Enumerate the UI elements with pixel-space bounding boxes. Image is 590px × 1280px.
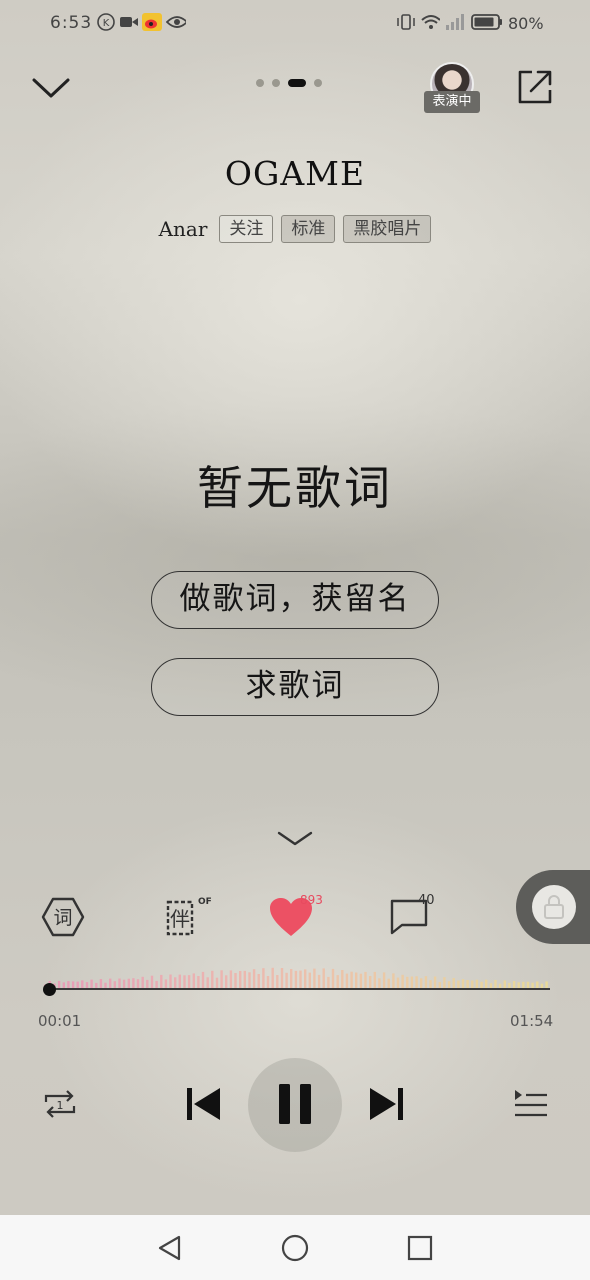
lock-icon (532, 885, 576, 929)
accompany-button[interactable]: 伴 OFF (162, 894, 212, 940)
lyrics-hexagon-icon: 词 (41, 897, 85, 937)
nav-recents-button[interactable] (402, 1230, 438, 1266)
waveform-bar (322, 968, 325, 990)
accompany-icon-text: 伴 (170, 907, 190, 931)
next-button[interactable] (368, 1080, 406, 1128)
lyrics-button[interactable]: 词 (40, 894, 86, 940)
comment-count: 40 (418, 893, 435, 908)
waveform-bar (341, 970, 344, 990)
collapse-button[interactable] (30, 70, 72, 106)
page-dot-active[interactable] (288, 79, 306, 87)
repeat-mode-button[interactable]: 1 (40, 1080, 80, 1128)
waveform-bar (313, 968, 316, 990)
vibrate-icon (396, 12, 416, 32)
status-time: 6:53 (50, 13, 93, 33)
current-time: 00:01 (38, 1012, 82, 1030)
artist-name[interactable]: Anar (159, 217, 208, 241)
follow-button[interactable]: 关注 (219, 215, 274, 243)
k-badge-icon: K (96, 12, 116, 32)
page-dot[interactable] (256, 79, 264, 87)
no-lyrics-text: 暂无歌词 (197, 461, 393, 515)
home-circle-icon (281, 1234, 309, 1262)
page-indicator[interactable] (256, 78, 322, 88)
like-count: 893 (300, 893, 323, 907)
page-dot[interactable] (314, 79, 322, 87)
battery-percent: 80% (508, 14, 544, 33)
video-icon (119, 12, 139, 32)
battery-icon (470, 12, 504, 32)
live-badge[interactable]: 表演中 (424, 91, 480, 113)
chevron-down-icon (32, 78, 70, 98)
floating-lock-button[interactable] (516, 870, 590, 944)
nav-home-button[interactable] (277, 1230, 313, 1266)
waveform-bar (304, 969, 307, 990)
accompany-icon: 伴 OFF (166, 897, 212, 936)
waveform-bar (262, 968, 265, 990)
back-triangle-icon (158, 1235, 181, 1261)
song-title: OGAME (224, 154, 366, 193)
skip-previous-icon (187, 1088, 220, 1120)
pause-icon (270, 1080, 320, 1128)
waveform-bar (252, 969, 256, 990)
waveform-bar (290, 969, 293, 990)
playlist-button[interactable] (512, 1080, 550, 1128)
skip-next-icon (370, 1088, 403, 1120)
wifi-icon (420, 12, 440, 32)
page-dot[interactable] (272, 79, 280, 87)
svg-text:K: K (103, 18, 110, 29)
share-external-icon (518, 70, 552, 104)
progress-knob[interactable] (42, 983, 56, 996)
signal-icon (444, 12, 464, 32)
repeat-one-icon: 1 (44, 1090, 76, 1118)
audio-waveform (44, 967, 548, 990)
total-time: 01:54 (510, 1012, 554, 1030)
waveform-bar (280, 968, 284, 990)
make-lyrics-button[interactable]: 做歌词，获留名 (151, 571, 439, 629)
recents-square-icon (407, 1235, 433, 1261)
nav-back-button[interactable] (152, 1230, 188, 1266)
status-bar: 6:53 K 80% (0, 0, 590, 48)
previous-button[interactable] (184, 1080, 222, 1128)
repeat-mode-badge: 1 (57, 1099, 64, 1112)
waveform-bar (271, 967, 274, 990)
accompany-state: OFF (198, 897, 212, 907)
lyrics-icon-text: 词 (53, 907, 72, 929)
expand-chevron-icon[interactable] (276, 828, 314, 850)
style-tag[interactable]: 黑胶唱片 (343, 215, 432, 243)
song-meta-row: Anar 关注 标准 黑胶唱片 (0, 215, 590, 243)
playlist-icon (515, 1090, 547, 1117)
request-lyrics-button[interactable]: 求歌词 (151, 658, 439, 716)
eye-icon (166, 12, 186, 32)
share-button[interactable] (516, 68, 554, 106)
progress-track[interactable] (44, 988, 550, 990)
waveform-bar (331, 968, 335, 990)
quality-tag[interactable]: 标准 (281, 215, 336, 243)
weibo-icon (142, 12, 162, 32)
